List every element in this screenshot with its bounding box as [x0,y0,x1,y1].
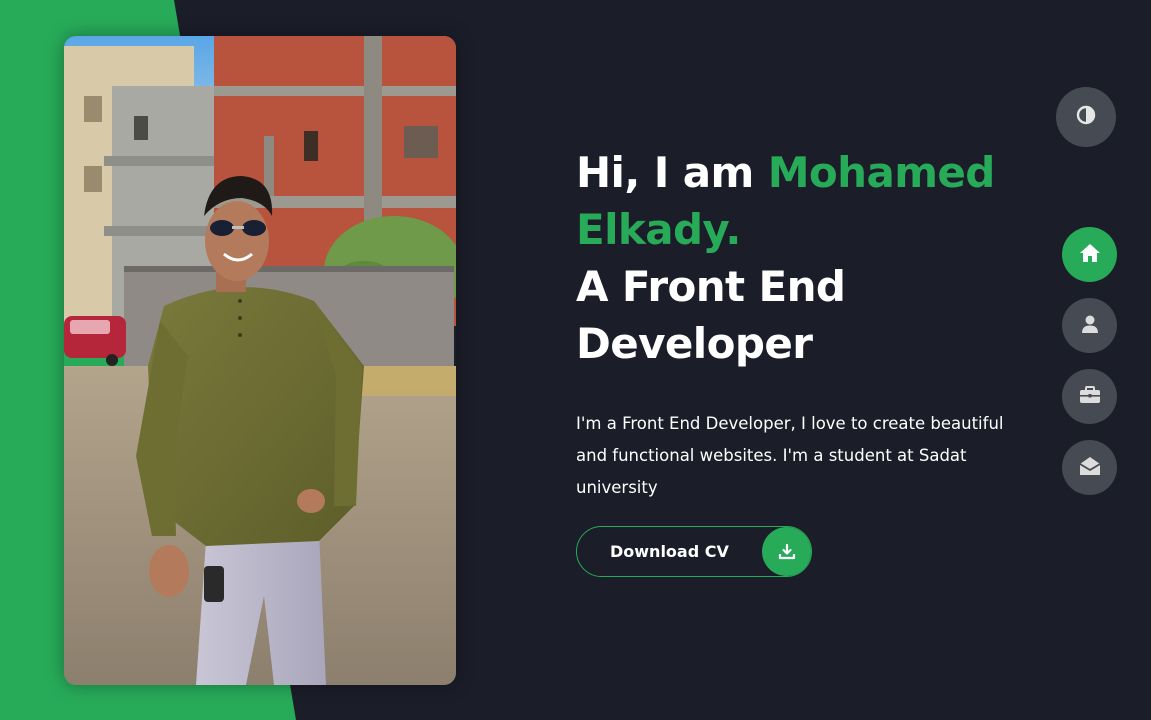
download-cv-button[interactable]: Download CV [576,526,812,577]
nav-about-button[interactable] [1062,298,1117,353]
briefcase-icon [1079,385,1101,409]
contrast-icon [1076,105,1096,129]
side-nav [1062,227,1117,511]
page: Hi, I am Mohamed Elkady. A Front End Dev… [0,0,1151,720]
hero-description: I'm a Front End Developer, I love to cre… [576,414,1004,497]
envelope-open-icon [1079,456,1101,480]
nav-portfolio-button[interactable] [1062,369,1117,424]
theme-toggle-button[interactable] [1056,87,1116,147]
portrait-photo-illustration [64,36,456,685]
greeting-text: Hi, I am [576,148,768,197]
nav-contact-button[interactable] [1062,440,1117,495]
role-line-2: Developer [576,319,813,368]
hero-title: Hi, I am Mohamed Elkady. A Front End Dev… [576,144,1036,372]
home-icon [1079,243,1101,267]
nav-home-button[interactable] [1062,227,1117,282]
portrait-photo [64,36,456,685]
role-line-1: A Front End [576,262,846,311]
user-icon [1081,314,1099,338]
hero-section: Hi, I am Mohamed Elkady. A Front End Dev… [576,144,1036,504]
download-icon [762,527,811,576]
download-cv-label: Download CV [610,542,729,561]
